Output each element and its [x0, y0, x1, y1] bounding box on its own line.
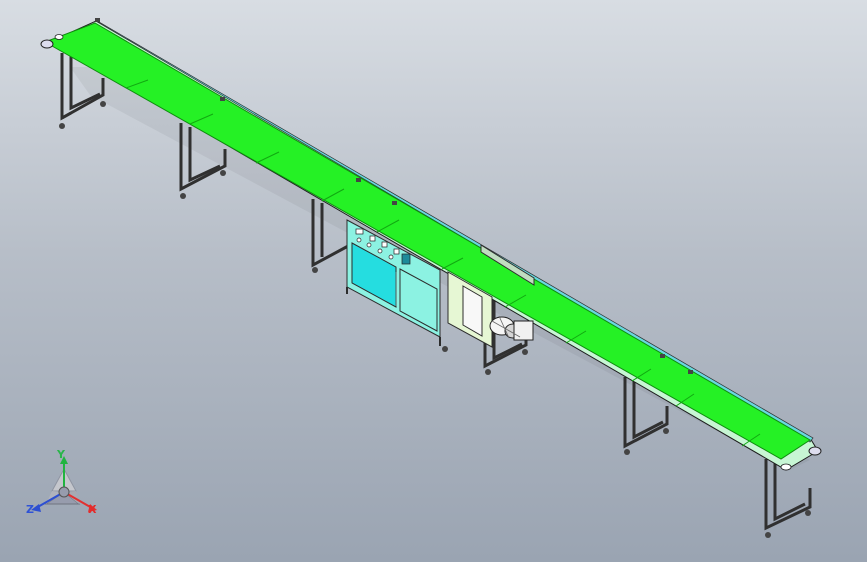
conveyor-model: [40, 18, 822, 538]
coordinate-triad[interactable]: Y X Z: [26, 448, 106, 528]
cad-viewport[interactable]: Y X Z: [0, 0, 867, 562]
conveyor-belt[interactable]: [43, 22, 811, 460]
right-end-frame: [764, 459, 812, 538]
triad-z-label: Z: [26, 503, 34, 516]
coordinate-triad-icon: [31, 456, 97, 512]
triad-x-label: X: [88, 503, 97, 516]
triad-y-label: Y: [57, 448, 65, 461]
